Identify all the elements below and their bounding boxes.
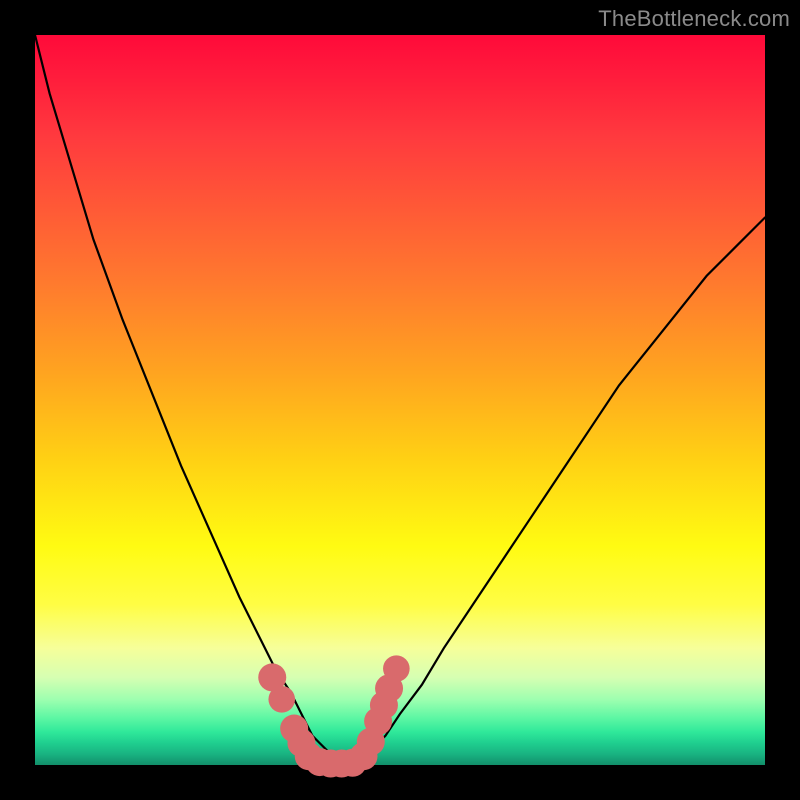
plot-area xyxy=(35,35,765,765)
left-curve xyxy=(35,35,349,764)
trough-markers xyxy=(258,655,409,777)
trough-dot xyxy=(268,686,295,713)
chart-svg xyxy=(35,35,765,765)
chart-frame: TheBottleneck.com xyxy=(0,0,800,800)
watermark-text: TheBottleneck.com xyxy=(598,6,790,32)
right-curve xyxy=(356,218,765,763)
trough-dot xyxy=(383,655,410,682)
